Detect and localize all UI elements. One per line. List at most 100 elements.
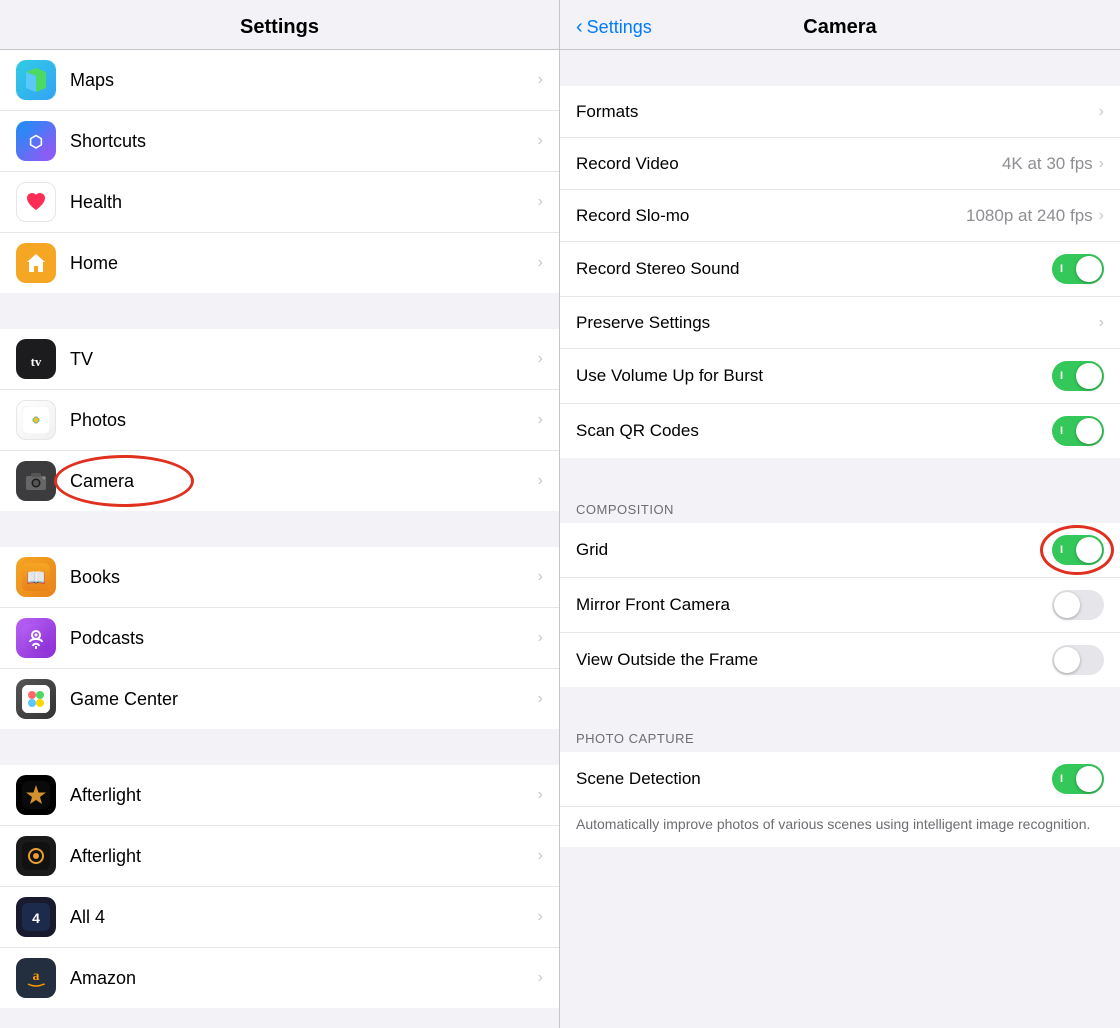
settings-row-all4[interactable]: 4 All 4 › xyxy=(0,887,559,948)
settings-row-amazon[interactable]: a Amazon › xyxy=(0,948,559,1008)
svg-text:a: a xyxy=(33,969,40,984)
toggle-i-icon2: I xyxy=(1060,370,1063,382)
record-stereo-row: Record Stereo Sound I xyxy=(560,242,1120,297)
record-video-value: 4K at 30 fps xyxy=(1002,154,1093,174)
photos-label: Photos xyxy=(70,410,538,431)
podcasts-label: Podcasts xyxy=(70,628,538,649)
record-stereo-label: Record Stereo Sound xyxy=(576,259,1052,279)
top-spacer xyxy=(560,50,1120,86)
shortcuts-label: Shortcuts xyxy=(70,131,538,152)
settings-row-afterlight1[interactable]: Afterlight › xyxy=(0,765,559,826)
settings-row-gamecenter[interactable]: Game Center › xyxy=(0,669,559,729)
podcasts-chevron: › xyxy=(538,629,543,647)
amazon-label: Amazon xyxy=(70,968,538,989)
health-icon xyxy=(16,182,56,222)
podcasts-icon xyxy=(16,618,56,658)
settings-row-health[interactable]: Health › xyxy=(0,172,559,233)
afterlight1-icon xyxy=(16,775,56,815)
settings-group-3: 📖 Books › xyxy=(0,547,559,729)
camera-page-title: Camera xyxy=(803,16,876,39)
right-panel: ‹ Settings Camera Formats › Record Video… xyxy=(560,0,1120,1028)
right-content: Formats › Record Video 4K at 30 fps › Re… xyxy=(560,50,1120,1028)
home-chevron: › xyxy=(538,254,543,272)
camera-main-section: Formats › Record Video 4K at 30 fps › Re… xyxy=(560,86,1120,458)
mirror-front-row: Mirror Front Camera xyxy=(560,578,1120,633)
settings-list: Maps › ⬡ xyxy=(0,50,559,1008)
amazon-icon: a xyxy=(16,958,56,998)
group-divider-1 xyxy=(0,293,559,329)
grid-toggle[interactable]: I xyxy=(1052,535,1104,565)
camera-chevron: › xyxy=(538,472,543,490)
scan-qr-toggle[interactable]: I xyxy=(1052,416,1104,446)
volume-burst-toggle[interactable]: I xyxy=(1052,361,1104,391)
scene-detection-row: Scene Detection I xyxy=(560,752,1120,807)
all4-label: All 4 xyxy=(70,907,538,928)
record-slomo-chevron: › xyxy=(1099,207,1104,225)
shortcuts-icon: ⬡ xyxy=(16,121,56,161)
back-button[interactable]: ‹ Settings xyxy=(576,16,652,39)
back-label: Settings xyxy=(587,17,652,38)
afterlight2-icon xyxy=(16,836,56,876)
toggle-i-icon4: I xyxy=(1060,544,1063,556)
settings-group-2: tv TV › xyxy=(0,329,559,511)
afterlight2-chevron: › xyxy=(538,847,543,865)
home-icon xyxy=(16,243,56,283)
toggle-knob xyxy=(1076,256,1102,282)
left-panel: Settings Maps › xyxy=(0,0,560,1028)
scan-qr-label: Scan QR Codes xyxy=(576,421,1052,441)
volume-burst-label: Use Volume Up for Burst xyxy=(576,366,1052,386)
group-divider-3 xyxy=(0,729,559,765)
mirror-front-toggle[interactable] xyxy=(1052,590,1104,620)
toggle-knob7 xyxy=(1076,766,1102,792)
svg-text:4: 4 xyxy=(32,910,40,926)
scene-detection-toggle[interactable]: I xyxy=(1052,764,1104,794)
record-video-row[interactable]: Record Video 4K at 30 fps › xyxy=(560,138,1120,190)
group-divider-2 xyxy=(0,511,559,547)
toggle-knob4 xyxy=(1076,537,1102,563)
settings-row-home[interactable]: Home › xyxy=(0,233,559,293)
record-stereo-toggle[interactable]: I xyxy=(1052,254,1104,284)
volume-burst-row: Use Volume Up for Burst I xyxy=(560,349,1120,404)
formats-chevron: › xyxy=(1099,103,1104,121)
scene-detection-note: Automatically improve photos of various … xyxy=(560,807,1120,847)
record-slomo-label: Record Slo-mo xyxy=(576,206,966,226)
settings-row-maps[interactable]: Maps › xyxy=(0,50,559,111)
afterlight1-label: Afterlight xyxy=(70,785,538,806)
gamecenter-icon xyxy=(16,679,56,719)
record-slomo-row[interactable]: Record Slo-mo 1080p at 240 fps › xyxy=(560,190,1120,242)
settings-row-shortcuts[interactable]: ⬡ Shortcuts › xyxy=(0,111,559,172)
tv-icon: tv xyxy=(16,339,56,379)
settings-row-podcasts[interactable]: Podcasts › xyxy=(0,608,559,669)
right-header: ‹ Settings Camera xyxy=(560,0,1120,50)
scene-detection-label: Scene Detection xyxy=(576,769,1052,789)
settings-group-4: Afterlight › Afterlight › xyxy=(0,765,559,1008)
settings-row-afterlight2[interactable]: Afterlight › xyxy=(0,826,559,887)
gamecenter-label: Game Center xyxy=(70,689,538,710)
maps-label: Maps xyxy=(70,70,538,91)
settings-row-books[interactable]: 📖 Books › xyxy=(0,547,559,608)
record-slomo-value: 1080p at 240 fps xyxy=(966,206,1093,226)
record-video-chevron: › xyxy=(1099,155,1104,173)
afterlight1-chevron: › xyxy=(538,786,543,804)
formats-label: Formats xyxy=(576,102,1099,122)
record-video-label: Record Video xyxy=(576,154,1002,174)
books-label: Books xyxy=(70,567,538,588)
view-outside-toggle[interactable] xyxy=(1052,645,1104,675)
preserve-settings-row[interactable]: Preserve Settings › xyxy=(560,297,1120,349)
svg-text:⬡: ⬡ xyxy=(29,134,43,151)
settings-row-tv[interactable]: tv TV › xyxy=(0,329,559,390)
preserve-label: Preserve Settings xyxy=(576,313,1099,333)
books-icon: 📖 xyxy=(16,557,56,597)
health-chevron: › xyxy=(538,193,543,211)
formats-row[interactable]: Formats › xyxy=(560,86,1120,138)
all4-chevron: › xyxy=(538,908,543,926)
settings-row-camera[interactable]: Camera › xyxy=(0,451,559,511)
all4-icon: 4 xyxy=(16,897,56,937)
settings-group-1: Maps › ⬡ xyxy=(0,50,559,293)
toggle-i-icon3: I xyxy=(1060,425,1063,437)
composition-header: COMPOSITION xyxy=(560,494,1120,523)
settings-row-photos[interactable]: Photos › xyxy=(0,390,559,451)
shortcuts-chevron: › xyxy=(538,132,543,150)
toggle-knob2 xyxy=(1076,363,1102,389)
maps-icon xyxy=(16,60,56,100)
